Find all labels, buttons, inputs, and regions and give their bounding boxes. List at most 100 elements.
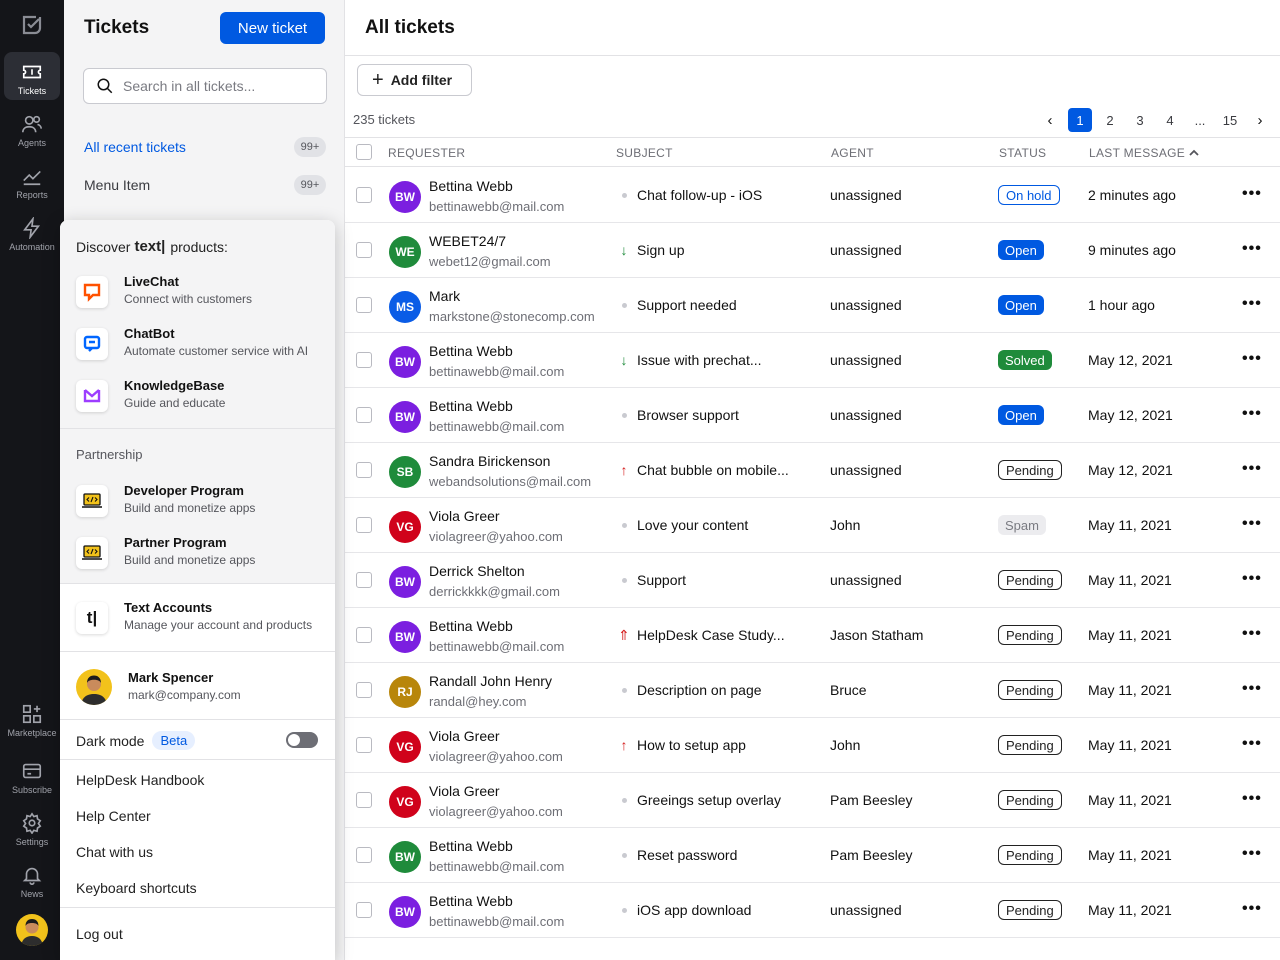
- table-row[interactable]: BW Bettina Webb bettinawebb@mail.com ↓ Issue…: [345, 333, 1280, 388]
- ticket-agent: unassigned: [830, 352, 902, 368]
- row-checkbox[interactable]: [356, 737, 372, 753]
- more-options-icon[interactable]: •••: [1242, 790, 1262, 808]
- requester-email: randal@hey.com: [429, 694, 527, 709]
- rail-item-tickets[interactable]: Tickets: [4, 52, 60, 100]
- table-row[interactable]: WE WEBET24/7 webet12@gmail.com ↓ Sign up unas…: [345, 223, 1280, 278]
- more-options-icon[interactable]: •••: [1242, 460, 1262, 478]
- priority-normal-icon: [617, 572, 631, 588]
- table-row[interactable]: BW Bettina Webb bettinawebb@mail.com Chat f…: [345, 168, 1280, 223]
- search-box[interactable]: [83, 68, 327, 104]
- new-ticket-button[interactable]: New ticket: [220, 12, 325, 44]
- priority-normal-icon: [617, 297, 631, 313]
- row-checkbox[interactable]: [356, 572, 372, 588]
- ticket-agent: Pam Beesley: [830, 792, 913, 808]
- page-button[interactable]: 15: [1218, 108, 1242, 132]
- count-badge: 99+: [294, 137, 326, 157]
- ticket-subject: Issue with prechat...: [637, 352, 762, 368]
- table-row[interactable]: VG Viola Greer violagreer@yahoo.com Greeing…: [345, 773, 1280, 828]
- last-message-time: May 11, 2021: [1088, 682, 1172, 698]
- rail-item-reports[interactable]: Reports: [4, 156, 60, 204]
- column-header-agent[interactable]: AGENT: [831, 146, 874, 160]
- table-row[interactable]: BW Bettina Webb bettinawebb@mail.com Browse…: [345, 388, 1280, 443]
- app-rail: Tickets Agents Reports Automation Market…: [0, 0, 64, 960]
- more-options-icon[interactable]: •••: [1242, 405, 1262, 423]
- page-button[interactable]: 4: [1158, 108, 1182, 132]
- column-header-status[interactable]: STATUS: [999, 146, 1046, 160]
- more-options-icon[interactable]: •••: [1242, 735, 1262, 753]
- page-button[interactable]: 1: [1068, 108, 1092, 132]
- row-checkbox[interactable]: [356, 902, 372, 918]
- page-button[interactable]: 2: [1098, 108, 1122, 132]
- rail-item-automation[interactable]: Automation: [4, 208, 60, 256]
- rail-item-news[interactable]: News: [4, 855, 60, 903]
- log-out-link[interactable]: Log out: [76, 926, 123, 942]
- table-row[interactable]: MS Mark markstone@stonecomp.com Support nee…: [345, 278, 1280, 333]
- prev-page-icon[interactable]: ‹: [1038, 108, 1062, 132]
- more-options-icon[interactable]: •••: [1242, 295, 1262, 313]
- table-row[interactable]: SB Sandra Birickenson webandsolutions@mail…: [345, 443, 1280, 498]
- ticket-agent: unassigned: [830, 462, 902, 478]
- requester-avatar: BW: [389, 181, 421, 213]
- row-checkbox[interactable]: [356, 627, 372, 643]
- table-row[interactable]: BW Bettina Webb bettinawebb@mail.com Reset …: [345, 828, 1280, 883]
- text-accounts-link[interactable]: t| Text Accounts Manage your account and…: [76, 600, 326, 636]
- row-checkbox[interactable]: [356, 682, 372, 698]
- row-checkbox[interactable]: [356, 187, 372, 203]
- row-checkbox[interactable]: [356, 242, 372, 258]
- more-options-icon[interactable]: •••: [1242, 625, 1262, 643]
- table-row[interactable]: BW Bettina Webb bettinawebb@mail.com ⇑ HelpD…: [345, 608, 1280, 663]
- user-avatar[interactable]: [16, 914, 48, 946]
- more-options-icon[interactable]: •••: [1242, 515, 1262, 533]
- more-options-icon[interactable]: •••: [1242, 680, 1262, 698]
- row-checkbox[interactable]: [356, 462, 372, 478]
- help-center-link[interactable]: Help Center: [76, 808, 151, 824]
- priority-normal-icon: [617, 517, 631, 533]
- more-options-icon[interactable]: •••: [1242, 845, 1262, 863]
- more-options-icon[interactable]: •••: [1242, 240, 1262, 258]
- next-page-icon[interactable]: ›: [1248, 108, 1272, 132]
- user-name: Mark Spencer: [128, 670, 214, 685]
- column-header-subject[interactable]: SUBJECT: [616, 146, 673, 160]
- product-knowledgebase[interactable]: KnowledgeBase Guide and educate: [76, 378, 326, 414]
- more-options-icon[interactable]: •••: [1242, 570, 1262, 588]
- rail-item-agents[interactable]: Agents: [4, 104, 60, 152]
- product-desc: Guide and educate: [124, 396, 226, 410]
- table-row[interactable]: VG Viola Greer violagreer@yahoo.com ↑ How to…: [345, 718, 1280, 773]
- more-options-icon[interactable]: •••: [1242, 350, 1262, 368]
- row-checkbox[interactable]: [356, 297, 372, 313]
- select-all-checkbox[interactable]: [356, 144, 372, 160]
- rail-item-marketplace[interactable]: Marketplace: [4, 694, 60, 742]
- row-checkbox[interactable]: [356, 352, 372, 368]
- column-header-last-message[interactable]: LAST MESSAGE: [1089, 146, 1185, 160]
- sort-ascending-icon[interactable]: [1188, 147, 1200, 161]
- chat-with-us-link[interactable]: Chat with us: [76, 844, 153, 860]
- table-row[interactable]: BW Derrick Shelton derrickkkk@gmail.com Sup…: [345, 553, 1280, 608]
- table-row[interactable]: VG Viola Greer violagreer@yahoo.com Love yo…: [345, 498, 1280, 553]
- helpdesk-handbook-link[interactable]: HelpDesk Handbook: [76, 772, 204, 788]
- row-checkbox[interactable]: [356, 517, 372, 533]
- column-header-requester[interactable]: REQUESTER: [388, 146, 465, 160]
- dark-mode-toggle[interactable]: [286, 732, 318, 748]
- partner-developer-program[interactable]: Developer Program Build and monetize app…: [76, 483, 326, 519]
- helpdesk-logo-icon[interactable]: [20, 13, 44, 37]
- divider: [60, 651, 335, 652]
- ticket-agent: unassigned: [830, 407, 902, 423]
- search-input[interactable]: [123, 78, 313, 94]
- sidebar-item-all-recent-tickets[interactable]: All recent tickets: [84, 139, 186, 155]
- add-filter-button[interactable]: + Add filter: [357, 64, 472, 96]
- rail-item-settings[interactable]: Settings: [4, 803, 60, 851]
- partner-partner-program[interactable]: Partner Program Build and monetize apps: [76, 535, 326, 571]
- row-checkbox[interactable]: [356, 847, 372, 863]
- more-options-icon[interactable]: •••: [1242, 900, 1262, 918]
- table-row[interactable]: RJ Randall John Henry randal@hey.com Descri…: [345, 663, 1280, 718]
- row-checkbox[interactable]: [356, 407, 372, 423]
- table-row[interactable]: BW Bettina Webb bettinawebb@mail.com iOS ap…: [345, 883, 1280, 938]
- keyboard-shortcuts-link[interactable]: Keyboard shortcuts: [76, 880, 197, 896]
- product-livechat[interactable]: LiveChat Connect with customers: [76, 274, 326, 310]
- more-options-icon[interactable]: •••: [1242, 185, 1262, 203]
- sidebar-item-menu-item[interactable]: Menu Item: [84, 177, 150, 193]
- row-checkbox[interactable]: [356, 792, 372, 808]
- page-button[interactable]: 3: [1128, 108, 1152, 132]
- product-chatbot[interactable]: ChatBot Automate customer service with A…: [76, 326, 326, 362]
- rail-item-subscribe[interactable]: Subscribe: [4, 751, 60, 799]
